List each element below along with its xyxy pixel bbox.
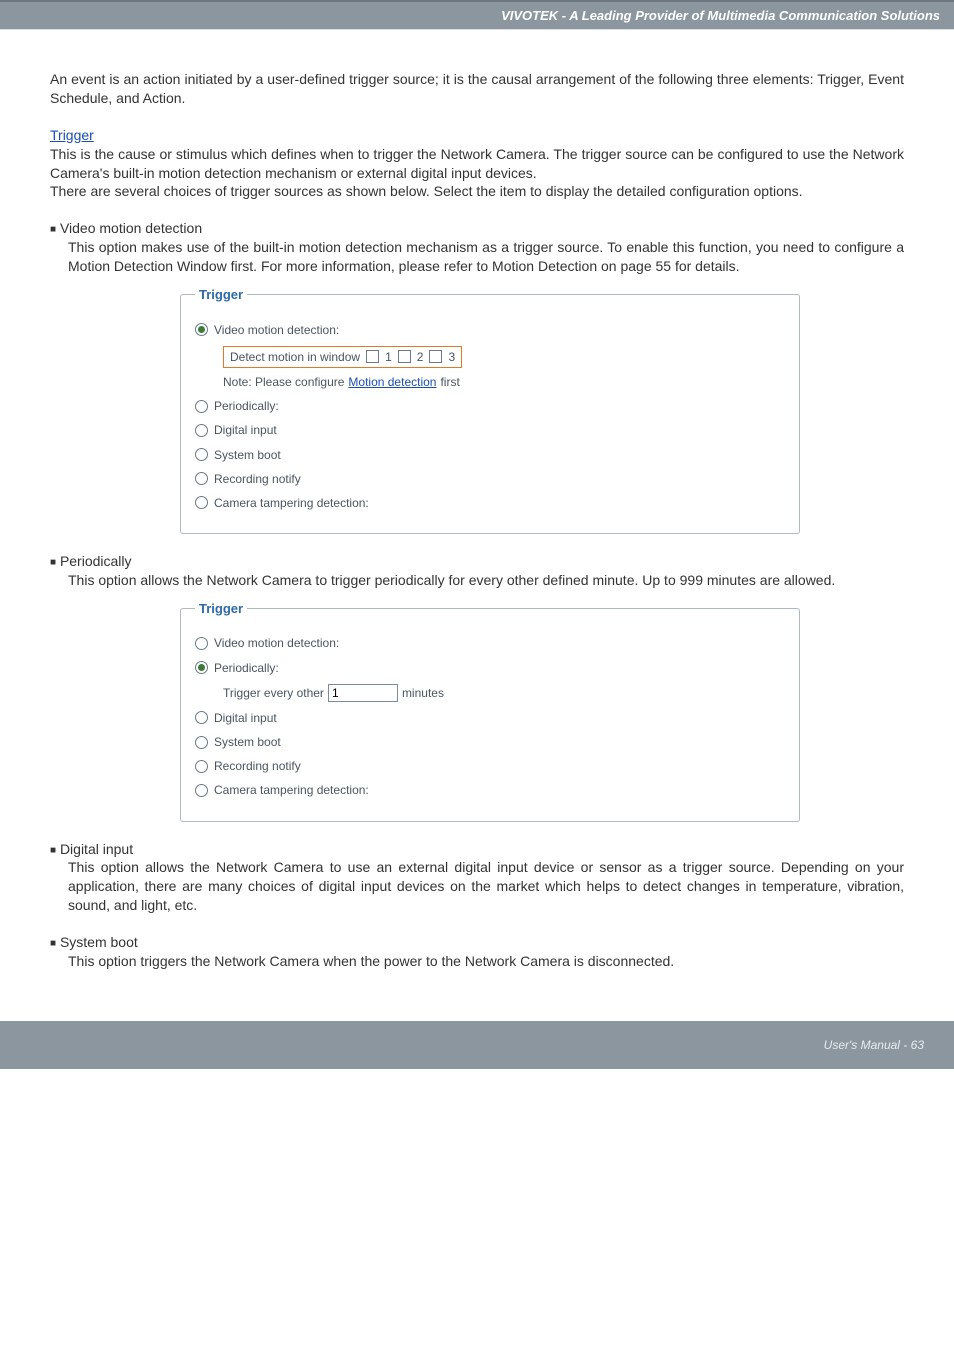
opt-sysboot-2[interactable]: System boot — [195, 734, 785, 750]
bullet-sysboot: ■ System boot — [50, 933, 904, 952]
periodically-subrow: Trigger every other minutes — [223, 684, 785, 702]
radio-empty-icon[interactable] — [195, 784, 208, 797]
opt-sysboot-label-2: System boot — [214, 734, 281, 750]
detect-highlight: Detect motion in window 1 2 3 — [223, 346, 462, 368]
opt-vmd-2[interactable]: Video motion detection: — [195, 635, 785, 651]
note-suffix: first — [440, 374, 459, 390]
opt-tamper-label-2: Camera tampering detection: — [214, 782, 369, 798]
every-suffix: minutes — [402, 685, 444, 701]
intro-paragraph: An event is an action initiated by a use… — [50, 70, 904, 108]
opt-recnotify-2[interactable]: Recording notify — [195, 758, 785, 774]
radio-empty-icon[interactable] — [195, 424, 208, 437]
page-content: An event is an action initiated by a use… — [0, 30, 954, 991]
opt-tamper-2[interactable]: Camera tampering detection: — [195, 782, 785, 798]
radio-selected-icon[interactable] — [195, 323, 208, 336]
trigger-legend-2: Trigger — [195, 600, 247, 618]
w1-label: 1 — [385, 349, 392, 365]
opt-digital-label: Digital input — [214, 422, 277, 438]
opt-tamper[interactable]: Camera tampering detection: — [195, 495, 785, 511]
motion-detection-link[interactable]: Motion detection — [348, 374, 436, 390]
opt-digital[interactable]: Digital input — [195, 422, 785, 438]
bullet-vmd-label: Video motion detection — [60, 220, 202, 236]
opt-recnotify-label: Recording notify — [214, 471, 301, 487]
vmd-note: Note: Please configure Motion detection … — [223, 374, 785, 390]
checkbox-window-2[interactable] — [398, 350, 411, 363]
checkbox-window-3[interactable] — [429, 350, 442, 363]
radio-empty-icon[interactable] — [195, 400, 208, 413]
sysboot-desc: This option triggers the Network Camera … — [68, 952, 904, 971]
opt-periodically-label-2: Periodically: — [214, 660, 279, 676]
opt-periodically-2[interactable]: Periodically: — [195, 660, 785, 676]
digital-desc: This option allows the Network Camera to… — [68, 858, 904, 915]
opt-vmd[interactable]: Video motion detection: — [195, 322, 785, 338]
trigger-legend: Trigger — [195, 286, 247, 304]
opt-vmd-label: Video motion detection: — [214, 322, 339, 338]
footer-bar: User's Manual - 63 — [0, 1021, 954, 1069]
trigger-fieldset-1: Trigger Video motion detection: Detect m… — [180, 286, 800, 534]
bullet-vmd: ■ Video motion detection — [50, 219, 904, 238]
periodically-desc: This option allows the Network Camera to… — [68, 571, 904, 590]
radio-empty-icon[interactable] — [195, 760, 208, 773]
bullet-digital: ■ Digital input — [50, 840, 904, 859]
opt-recnotify[interactable]: Recording notify — [195, 471, 785, 487]
bullet-icon: ■ — [50, 224, 56, 235]
opt-vmd-label-2: Video motion detection: — [214, 635, 339, 651]
checkbox-window-1[interactable] — [366, 350, 379, 363]
screenshot-trigger-vmd: Trigger Video motion detection: Detect m… — [180, 286, 904, 534]
w2-label: 2 — [417, 349, 424, 365]
trigger-fieldset-2: Trigger Video motion detection: Periodic… — [180, 600, 800, 822]
trigger-p2: There are several choices of trigger sou… — [50, 182, 904, 201]
bullet-periodically: ■ Periodically — [50, 552, 904, 571]
minutes-input[interactable] — [328, 684, 398, 702]
w3-label: 3 — [448, 349, 455, 365]
opt-sysboot-label: System boot — [214, 447, 281, 463]
radio-empty-icon[interactable] — [195, 711, 208, 724]
bullet-periodically-label: Periodically — [60, 553, 132, 569]
header-bar: VIVOTEK - A Leading Provider of Multimed… — [0, 0, 954, 30]
opt-periodically-label: Periodically: — [214, 398, 279, 414]
radio-empty-icon[interactable] — [195, 736, 208, 749]
opt-digital-label-2: Digital input — [214, 710, 277, 726]
header-title: VIVOTEK - A Leading Provider of Multimed… — [501, 8, 940, 23]
bullet-icon: ■ — [50, 938, 56, 949]
radio-selected-icon[interactable] — [195, 661, 208, 674]
opt-sysboot[interactable]: System boot — [195, 447, 785, 463]
every-prefix: Trigger every other — [223, 685, 324, 701]
opt-periodically[interactable]: Periodically: — [195, 398, 785, 414]
trigger-p1: This is the cause or stimulus which defi… — [50, 145, 904, 183]
screenshot-trigger-periodically: Trigger Video motion detection: Periodic… — [180, 600, 904, 822]
note-prefix: Note: Please configure — [223, 374, 344, 390]
vmd-subrow-detect: Detect motion in window 1 2 3 — [223, 346, 785, 368]
vmd-desc: This option makes use of the built-in mo… — [68, 238, 904, 276]
opt-digital-2[interactable]: Digital input — [195, 710, 785, 726]
trigger-heading[interactable]: Trigger — [50, 126, 904, 145]
detect-label: Detect motion in window — [230, 349, 360, 365]
opt-recnotify-label-2: Recording notify — [214, 758, 301, 774]
radio-empty-icon[interactable] — [195, 637, 208, 650]
bullet-icon: ■ — [50, 557, 56, 568]
opt-tamper-label: Camera tampering detection: — [214, 495, 369, 511]
bullet-digital-label: Digital input — [60, 841, 133, 857]
bullet-sysboot-label: System boot — [60, 934, 138, 950]
page-number: User's Manual - 63 — [824, 1038, 924, 1052]
bullet-icon: ■ — [50, 845, 56, 856]
radio-empty-icon[interactable] — [195, 472, 208, 485]
radio-empty-icon[interactable] — [195, 448, 208, 461]
radio-empty-icon[interactable] — [195, 496, 208, 509]
